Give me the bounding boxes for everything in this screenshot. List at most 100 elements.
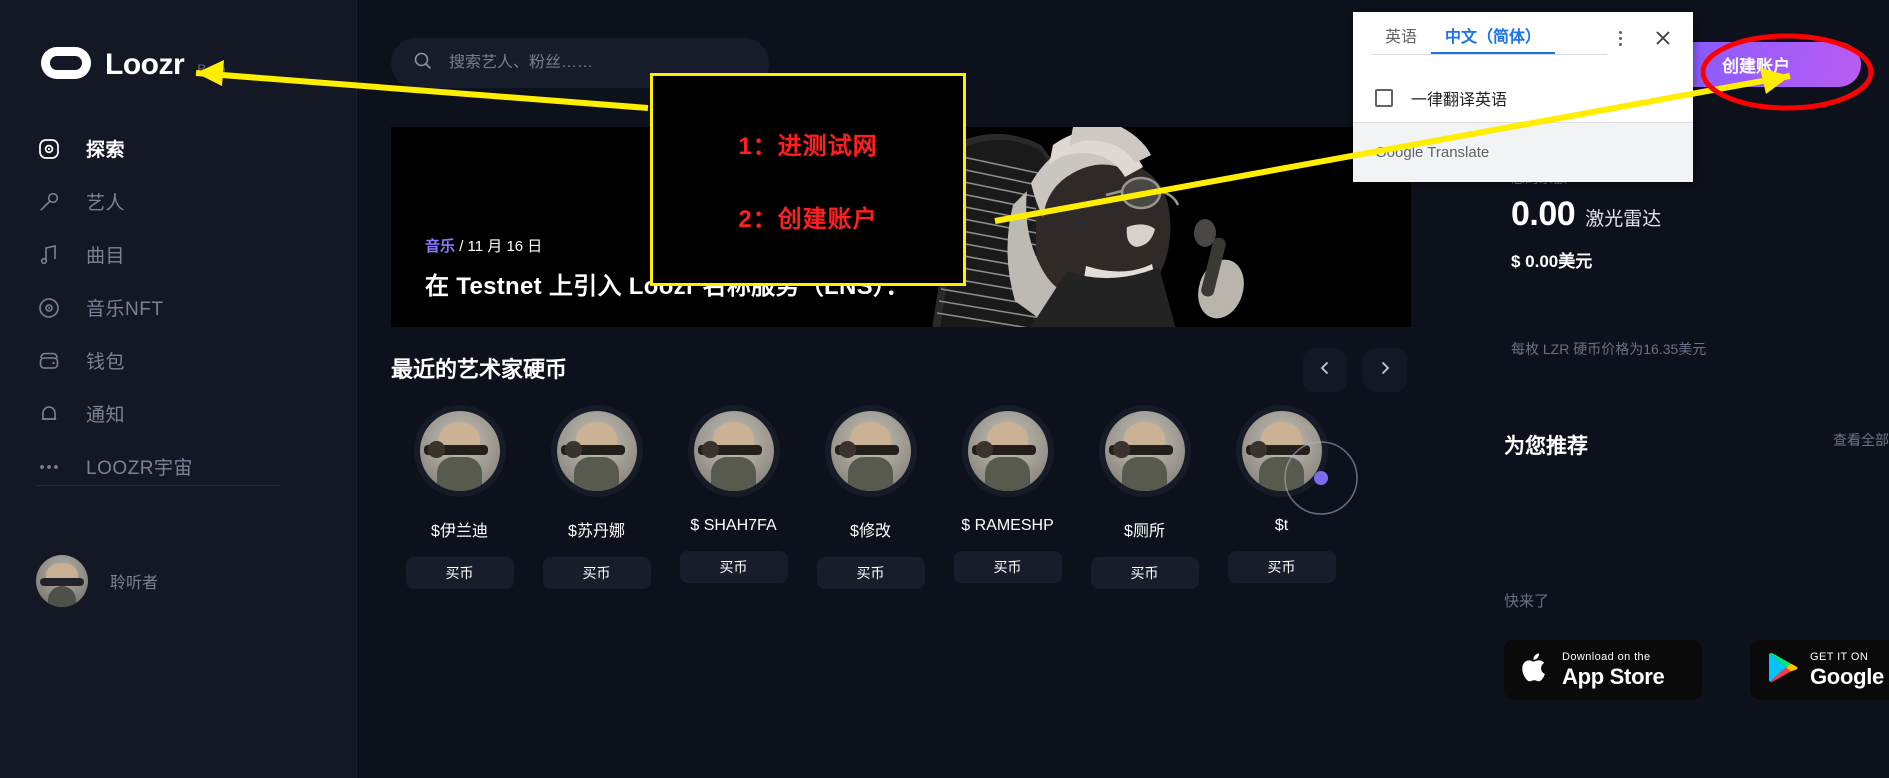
coin-name: $ RAMESHP bbox=[961, 517, 1054, 534]
sidebar-item-music-nft[interactable]: 音乐NFT bbox=[0, 281, 357, 334]
annotation-instruction-box: 1：进测试网 2：创建账户 bbox=[650, 73, 966, 286]
coin-name: $ SHAH7FA bbox=[690, 517, 777, 534]
recommend-header: 为您推荐 查看全部 bbox=[1504, 430, 1889, 460]
brand-logo-block[interactable]: Loozr Beta bbox=[40, 46, 226, 80]
avatar bbox=[830, 411, 911, 491]
disc-icon bbox=[36, 295, 62, 321]
carousel-nav bbox=[1303, 348, 1407, 392]
translate-tabs: 英语 中文（简体） bbox=[1353, 12, 1693, 64]
carousel-prev-button[interactable] bbox=[1303, 348, 1347, 392]
brand-beta-tag: Beta bbox=[197, 61, 226, 77]
buy-coin-button[interactable]: 买币 bbox=[953, 551, 1062, 583]
avatar bbox=[556, 411, 637, 491]
buy-coin-button[interactable]: 买币 bbox=[1227, 551, 1336, 583]
coin-card[interactable]: $苏丹娜 买币 bbox=[528, 405, 665, 615]
hero-date: 11 月 16 日 bbox=[467, 238, 543, 255]
view-all-link[interactable]: 查看全部 bbox=[1833, 430, 1889, 450]
balance-usd: $ 0.00美元 bbox=[1511, 252, 1593, 271]
coin-card[interactable]: $伊兰迪 买币 bbox=[391, 405, 528, 615]
coin-card[interactable]: $厕所 买币 bbox=[1076, 405, 1213, 615]
tabs-underline bbox=[1371, 54, 1607, 55]
coin-card[interactable]: $修改 买币 bbox=[802, 405, 939, 615]
recommend-empty-text: 快来了 bbox=[1504, 593, 1550, 610]
balance-row: 0.00 激光雷达 bbox=[1511, 195, 1661, 234]
translate-footer: Google Translate bbox=[1353, 122, 1693, 182]
app-store-badges: Download on the App Store GET IT ON Goog… bbox=[1504, 640, 1889, 700]
avatar bbox=[36, 555, 88, 607]
artist-coins-carousel: $伊兰迪 买币 $苏丹娜 买币 $ SHAH7FA 买币 $修改 买币 $ RA… bbox=[357, 405, 1416, 615]
compass-icon bbox=[36, 136, 62, 162]
google-play-icon bbox=[1768, 651, 1798, 689]
app-store-name: App Store bbox=[1562, 663, 1665, 689]
coin-avatar-ring bbox=[824, 405, 917, 497]
google-play-name: Google Play bbox=[1810, 663, 1889, 689]
sidebar-item-tracks[interactable]: 曲目 bbox=[0, 228, 357, 281]
annotation-step-2: 2：创建账户 bbox=[738, 205, 878, 233]
user-role-label: 聆听者 bbox=[110, 575, 159, 592]
coin-name: $伊兰迪 bbox=[431, 523, 488, 540]
coins-section-header: 最近的艺术家硬币 bbox=[391, 348, 1411, 392]
sidebar-item-label: 探索 bbox=[86, 140, 126, 161]
tab-source-language[interactable]: 英语 bbox=[1371, 12, 1431, 64]
avatar bbox=[419, 411, 500, 491]
coin-name: $t bbox=[1274, 517, 1289, 534]
always-translate-checkbox[interactable] bbox=[1375, 89, 1393, 107]
always-translate-label: 一律翻译英语 bbox=[1411, 92, 1508, 109]
recommend-title: 为您推荐 bbox=[1504, 435, 1588, 458]
chevron-right-icon bbox=[1376, 359, 1394, 382]
brand-name: Loozr bbox=[105, 48, 185, 81]
coin-avatar-ring bbox=[687, 405, 780, 497]
google-translate-brand: Google Translate bbox=[1375, 144, 1490, 161]
close-icon[interactable] bbox=[1649, 24, 1677, 52]
sidebar-item-label: 钱包 bbox=[86, 352, 126, 373]
search-icon bbox=[413, 51, 433, 76]
ellipsis-icon bbox=[36, 454, 62, 480]
apple-icon bbox=[1522, 651, 1550, 689]
google-play-tagline: GET IT ON bbox=[1810, 651, 1869, 664]
sidebar-user-block[interactable]: 聆听者 bbox=[36, 555, 158, 607]
google-play-button[interactable]: GET IT ON Google Play bbox=[1750, 640, 1889, 700]
sidebar-item-artists[interactable]: 艺人 bbox=[0, 175, 357, 228]
sidebar-item-notifications[interactable]: 通知 bbox=[0, 387, 357, 440]
carousel-next-button[interactable] bbox=[1363, 348, 1407, 392]
app-store-button[interactable]: Download on the App Store bbox=[1504, 640, 1702, 700]
sidebar-item-label: 艺人 bbox=[86, 193, 126, 214]
google-translate-popup[interactable]: 英语 中文（简体） 一律翻译英语 Google Translate bbox=[1353, 12, 1693, 182]
coin-price-note: 每枚 LZR 硬币价格为16.35美元 bbox=[1511, 341, 1707, 357]
wallet-icon bbox=[36, 348, 62, 374]
more-options-icon[interactable] bbox=[1609, 27, 1631, 49]
tab-target-language[interactable]: 中文（简体） bbox=[1431, 12, 1556, 64]
app-root: Loozr Beta 探索 艺人 曲目 音乐NFT 钱包 通知 LOOZR宇宙 … bbox=[0, 0, 1889, 778]
coin-avatar-ring bbox=[550, 405, 643, 497]
buy-coin-button[interactable]: 买币 bbox=[679, 551, 788, 583]
search-input[interactable] bbox=[449, 54, 749, 72]
buy-coin-button[interactable]: 买币 bbox=[542, 557, 651, 589]
loozr-logo-icon bbox=[40, 46, 92, 80]
cursor-highlight bbox=[1284, 441, 1358, 515]
coin-card[interactable]: $ SHAH7FA 买币 bbox=[665, 405, 802, 615]
buy-coin-button[interactable]: 买币 bbox=[1090, 557, 1199, 589]
sidebar-item-explore[interactable]: 探索 bbox=[0, 122, 357, 175]
sidebar-item-label: 曲目 bbox=[86, 246, 126, 267]
sidebar-item-label: LOOZR宇宙 bbox=[86, 458, 193, 479]
sidebar-item-label: 音乐NFT bbox=[86, 299, 164, 320]
chevron-left-icon bbox=[1316, 359, 1334, 382]
coin-name: $修改 bbox=[850, 523, 891, 540]
sidebar-item-wallet[interactable]: 钱包 bbox=[0, 334, 357, 387]
app-store-tagline: Download on the bbox=[1562, 651, 1651, 664]
coin-name: $厕所 bbox=[1124, 523, 1165, 540]
coin-card[interactable]: $ RAMESHP 买币 bbox=[939, 405, 1076, 615]
always-translate-row[interactable]: 一律翻译英语 bbox=[1353, 64, 1693, 110]
buy-coin-button[interactable]: 买币 bbox=[816, 557, 925, 589]
avatar bbox=[693, 411, 774, 491]
balance-amount: 0.00 bbox=[1511, 195, 1576, 233]
sidebar-item-label: 通知 bbox=[86, 405, 126, 426]
annotation-step-1: 1：进测试网 bbox=[738, 132, 878, 160]
hero-category[interactable]: 音乐 bbox=[425, 238, 455, 255]
left-sidebar: Loozr Beta 探索 艺人 曲目 音乐NFT 钱包 通知 LOOZR宇宙 … bbox=[0, 0, 357, 778]
avatar bbox=[1104, 411, 1185, 491]
buy-coin-button[interactable]: 买币 bbox=[405, 557, 514, 589]
hero-separator: / bbox=[459, 238, 464, 255]
coin-name: $苏丹娜 bbox=[568, 523, 625, 540]
sidebar-nav: 探索 艺人 曲目 音乐NFT 钱包 通知 LOOZR宇宙 bbox=[0, 122, 357, 493]
